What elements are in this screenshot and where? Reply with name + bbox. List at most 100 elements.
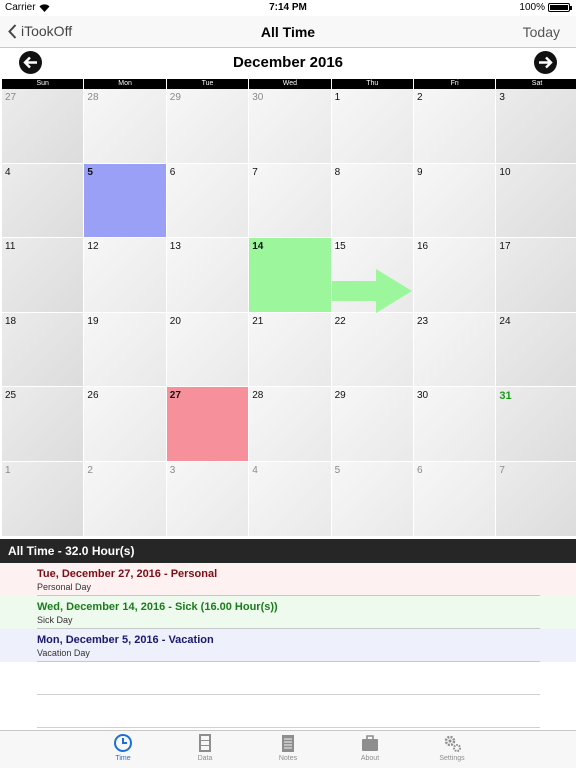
day-number: 30 <box>417 390 429 402</box>
calendar-day-cell[interactable]: 2 <box>84 462 166 536</box>
calendar-day-cell[interactable]: 25 <box>2 387 84 461</box>
day-number: 2 <box>87 465 93 476</box>
calendar-day-cell[interactable]: 12 <box>84 238 166 312</box>
calendar-day-cell[interactable]: 21 <box>249 312 331 387</box>
calendar-day-cell[interactable]: 1 <box>2 462 84 536</box>
calendar-day-cell[interactable]: 30 <box>249 89 331 163</box>
calendar-day-cell[interactable]: 3 <box>166 462 249 536</box>
calendar-day-cell[interactable]: 5 <box>84 163 166 238</box>
empty-list-row <box>0 662 576 695</box>
day-number: 9 <box>417 166 423 178</box>
list-item[interactable]: Mon, December 5, 2016 - Vacation Vacatio… <box>0 629 576 662</box>
weekday-label: Sun <box>2 79 85 89</box>
weekday-label: Tue <box>166 79 250 89</box>
calendar-day-cell[interactable]: 3 <box>496 89 576 163</box>
calendar-day-cell[interactable]: 31 <box>496 387 576 461</box>
day-number: 6 <box>169 166 176 178</box>
calendar-day-cell[interactable]: 7 <box>496 462 576 536</box>
empty-list-row <box>0 695 576 728</box>
clock-icon <box>114 734 132 752</box>
calendar-day-cell[interactable]: 28 <box>249 387 331 461</box>
day-number: 6 <box>417 465 423 476</box>
calendar-day-cell[interactable]: 9 <box>414 163 496 238</box>
calendar-day-cell[interactable]: 7 <box>249 163 331 238</box>
calendar-day-cell[interactable]: 29 <box>166 89 249 163</box>
list-item[interactable]: Wed, December 14, 2016 - Sick (16.00 Hou… <box>0 596 576 629</box>
weekday-label: Mon <box>84 79 167 89</box>
calendar-day-cell[interactable]: 28 <box>84 89 166 163</box>
day-number: 29 <box>169 92 181 103</box>
day-number: 4 <box>252 465 258 476</box>
day-number: 26 <box>87 390 99 402</box>
day-number: 14 <box>252 241 264 253</box>
day-number: 28 <box>252 390 264 402</box>
calendar-day-cell[interactable]: 2 <box>414 89 496 163</box>
weekday-header: Sun Mon Tue Wed Thu Fri Sat <box>2 79 576 89</box>
entry-title: Mon, December 5, 2016 - Vacation <box>37 634 214 646</box>
calendar-day-cell[interactable]: 11 <box>2 238 84 312</box>
tab-label: Data <box>197 755 213 762</box>
day-number: 29 <box>334 390 346 402</box>
calendar-day-cell[interactable]: 22 <box>331 312 413 387</box>
tab-data[interactable]: Data <box>175 733 235 762</box>
calendar-day-cell[interactable]: 15 <box>331 238 413 312</box>
calendar-day-cell[interactable]: 29 <box>331 387 413 461</box>
calendar-day-cell[interactable]: 6 <box>414 462 496 536</box>
calendar-day-cell[interactable]: 13 <box>166 238 249 312</box>
calendar-day-cell[interactable]: 4 <box>2 163 84 238</box>
tab-time[interactable]: Time <box>93 733 153 762</box>
calendar-day-cell[interactable]: 30 <box>414 387 496 461</box>
day-number: 15 <box>334 241 346 253</box>
tab-notes[interactable]: Notes <box>258 733 318 762</box>
calendar-day-cell[interactable]: 23 <box>414 312 496 387</box>
calendar-day-cell[interactable]: 6 <box>166 163 249 238</box>
gears-icon <box>444 735 461 752</box>
calendar-day-cell[interactable]: 10 <box>496 163 576 238</box>
calendar-day-cell[interactable]: 26 <box>84 387 166 461</box>
page-title: All Time <box>260 24 316 40</box>
tab-label: About <box>360 755 380 762</box>
day-number: 31 <box>499 390 512 403</box>
calendar-day-cell[interactable]: 27 <box>2 89 84 163</box>
calendar-day-cell[interactable]: 16 <box>414 238 496 312</box>
calendar-day-cell[interactable]: 5 <box>331 462 413 536</box>
calendar-day-cell[interactable]: 24 <box>496 312 576 387</box>
day-number: 7 <box>499 465 505 476</box>
calendar-day-cell[interactable]: 1 <box>331 89 413 163</box>
entry-subtitle: Vacation Day <box>37 648 90 658</box>
calendar-day-cell[interactable]: 19 <box>84 312 166 387</box>
day-number: 4 <box>5 166 11 178</box>
calendar-grid: 7 6 5 4 3 2 1 31 30 29 28 27 26 25 24 23 22 21 20 19 18 17 16 1… <box>2 89 576 539</box>
notepad-icon <box>282 735 294 752</box>
calendar-day-cell[interactable]: 18 <box>2 312 84 387</box>
weekday-label: Thu <box>331 79 414 89</box>
calendar-day-cell[interactable]: 4 <box>249 462 331 536</box>
calendar-day-cell[interactable]: 8 <box>331 163 413 238</box>
battery-icon <box>548 3 572 12</box>
today-button[interactable]: Today <box>523 24 560 40</box>
day-number: 5 <box>87 166 93 178</box>
tab-about[interactable]: About <box>340 733 400 762</box>
next-month-button[interactable] <box>534 51 557 74</box>
tab-label: Time <box>115 755 131 762</box>
status-time: 7:14 PM <box>269 2 307 13</box>
time-off-list: Tue, December 27, 2016 - Personal Person… <box>0 563 576 728</box>
day-number: 16 <box>417 241 429 253</box>
day-number: 27 <box>169 390 181 402</box>
calendar-day-cell[interactable]: 17 <box>496 238 576 312</box>
calendar-day-cell[interactable]: 27 <box>166 387 249 461</box>
day-number: 17 <box>499 241 511 253</box>
tab-settings[interactable]: Settings <box>422 733 482 762</box>
entry-title: Tue, December 27, 2016 - Personal <box>37 568 218 580</box>
calendar-day-cell[interactable]: 20 <box>166 312 249 387</box>
day-number: 19 <box>87 315 99 327</box>
battery-indicator: 100% <box>519 2 572 13</box>
list-item[interactable]: Tue, December 27, 2016 - Personal Person… <box>0 563 576 596</box>
navigation-bar: iTookOff All Time Today <box>0 16 576 48</box>
day-number: 28 <box>87 92 99 103</box>
weekday-label: Wed <box>249 79 332 89</box>
day-number: 22 <box>334 315 346 327</box>
tab-bar: Time Data Notes About Settings <box>0 730 576 768</box>
calendar-day-cell[interactable]: 14 <box>249 238 331 312</box>
entry-subtitle: Sick Day <box>37 615 73 625</box>
